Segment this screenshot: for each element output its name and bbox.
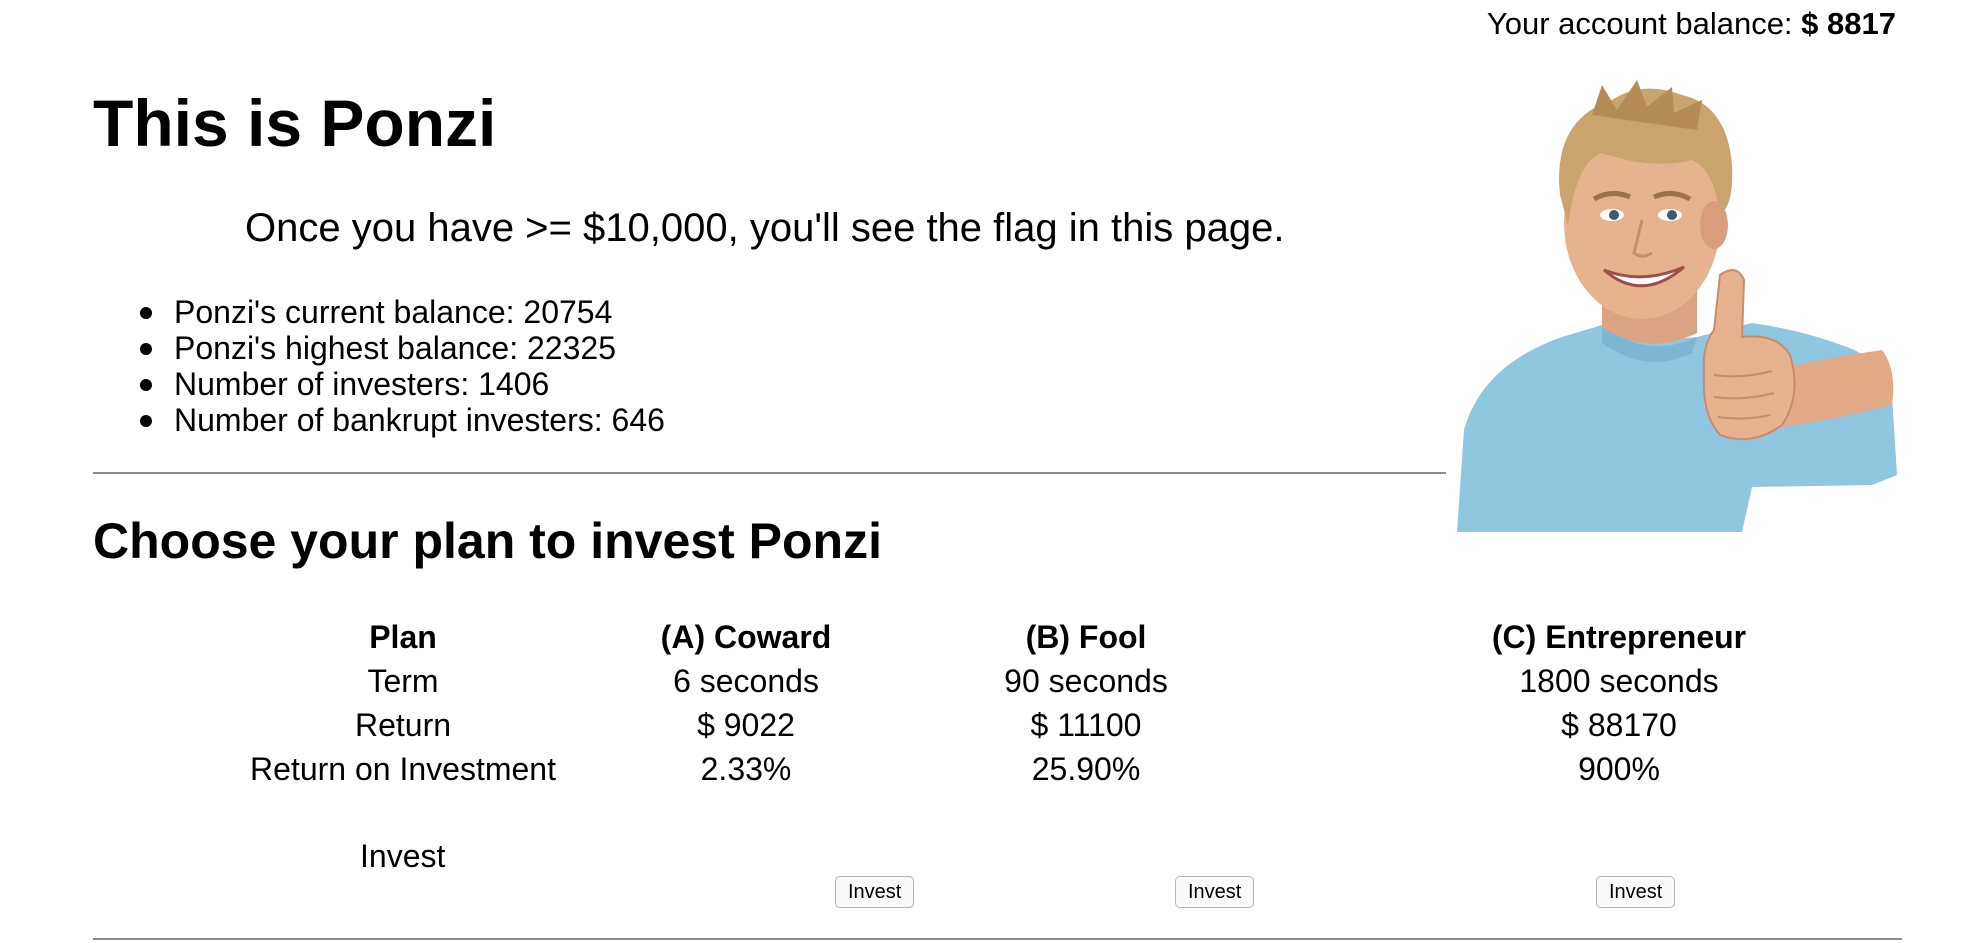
row-label: Term: [367, 662, 439, 699]
cell: 900%: [1578, 750, 1660, 787]
header-plan-a: (A) Coward: [660, 618, 832, 655]
bullet-icon: [140, 343, 152, 355]
stat-text: Number of investers: 1406: [174, 366, 550, 402]
cell: 2.33%: [700, 750, 792, 787]
bullet-icon: [140, 307, 152, 319]
header-plan-c: (C) Entrepreneur: [1491, 618, 1747, 655]
stat-investers: Number of investers: 1406: [140, 366, 665, 402]
page-title: This is Ponzi: [93, 86, 497, 160]
bullet-icon: [140, 379, 152, 391]
plans-table: Plan (A) Coward (B) Fool (C) Entrepreneu…: [150, 615, 1902, 791]
stat-text: Number of bankrupt investers: 646: [174, 402, 665, 438]
invest-row-label: Invest: [360, 838, 446, 874]
cell: $ 9022: [697, 706, 795, 743]
divider: [93, 472, 1446, 474]
header-plan-b: (B) Fool: [1025, 618, 1147, 655]
thumbs-up-man-image: [1452, 75, 1902, 532]
stat-current-balance: Ponzi's current balance: 20754: [140, 294, 665, 330]
cell: 6 seconds: [673, 662, 819, 699]
cell: 90 seconds: [1004, 662, 1168, 699]
account-balance: Your account balance: $ 8817: [1487, 6, 1896, 42]
invest-plan-a-button[interactable]: Invest: [835, 876, 915, 908]
flag-hint: Once you have >= $10,000, you'll see the…: [245, 206, 1285, 250]
cell: 1800 seconds: [1519, 662, 1719, 699]
table-row: Return on Investment 2.33% 25.90% 900%: [150, 747, 1902, 791]
row-label: Return: [354, 706, 452, 743]
plans-section-title: Choose your plan to invest Ponzi: [93, 513, 882, 569]
header-plan: Plan: [369, 618, 437, 655]
invest-plan-c-button[interactable]: Invest: [1596, 876, 1676, 908]
invest-plan-b-button[interactable]: Invest: [1175, 876, 1255, 908]
ponzi-stats-list: Ponzi's current balance: 20754 Ponzi's h…: [140, 294, 665, 438]
row-label: Return on Investment: [250, 750, 556, 787]
plans-header-row: Plan (A) Coward (B) Fool (C) Entrepreneu…: [150, 615, 1902, 659]
bullet-icon: [140, 415, 152, 427]
cell: 25.90%: [1031, 750, 1141, 787]
table-row: Term 6 seconds 90 seconds 1800 seconds: [150, 659, 1902, 703]
stat-text: Ponzi's highest balance: 22325: [174, 330, 616, 366]
stat-text: Ponzi's current balance: 20754: [174, 294, 613, 330]
ponzi-page: Your account balance: $ 8817 This is Pon…: [0, 0, 1983, 943]
account-balance-amount: $ 8817: [1801, 6, 1896, 41]
stat-bankrupt-investers: Number of bankrupt investers: 646: [140, 402, 665, 438]
cell: $ 11100: [1030, 706, 1142, 743]
table-row: Return $ 9022 $ 11100 $ 88170: [150, 703, 1902, 747]
stat-highest-balance: Ponzi's highest balance: 22325: [140, 330, 665, 366]
cell: $ 88170: [1561, 706, 1677, 743]
account-balance-label: Your account balance:: [1486, 6, 1793, 41]
bottom-divider: [93, 938, 1902, 940]
